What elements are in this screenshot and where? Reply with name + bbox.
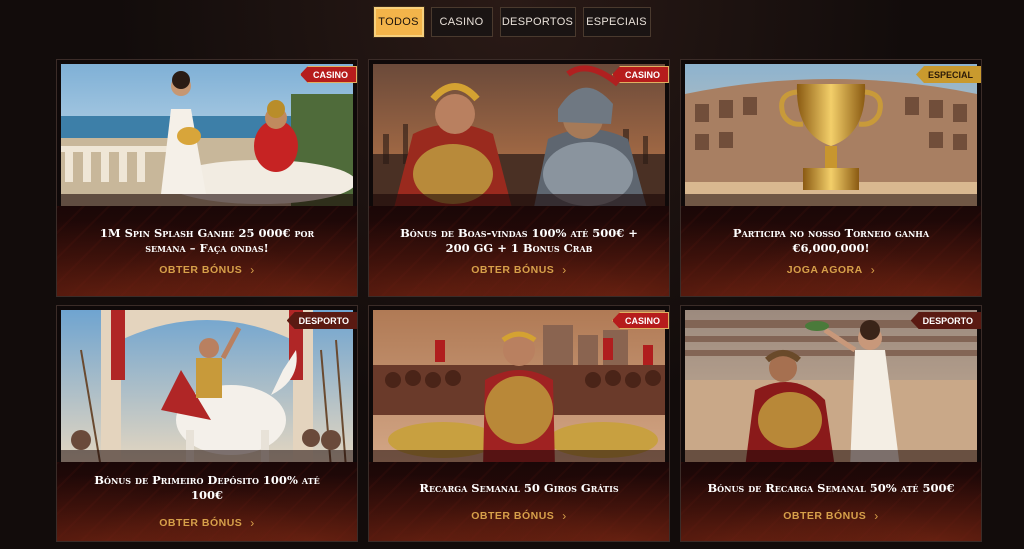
badge-label: DESPORTO [922, 315, 973, 326]
chevron-right-icon: › [250, 262, 255, 277]
promo-card-body: Participa no nosso Torneio ganha €6,000,… [681, 206, 981, 296]
get-bonus-link[interactable]: OBTER BÓNUS › [159, 516, 255, 530]
promo-card[interactable]: CASINO 1M Spin Splash Ganhe 25 000€ por … [56, 59, 358, 297]
promo-title: Recarga Semanal 50 Giros Grátis [419, 480, 619, 495]
promo-image-gladiator-crowned [685, 310, 977, 468]
promo-card-body: Recarga Semanal 50 Giros Grátis OBTER BÓ… [369, 462, 669, 541]
badge-label: ESPECIAL [927, 69, 973, 80]
promo-card-body: Bónus de Boas-vindas 100% até 500€ + 200… [369, 206, 669, 296]
play-now-link[interactable]: JOGA AGORA › [787, 263, 875, 277]
tab-label: TODOS [378, 16, 419, 28]
get-bonus-link[interactable]: OBTER BÓNUS › [159, 263, 255, 277]
cta-label: JOGA AGORA [786, 263, 863, 276]
promo-title: Bónus de Recarga Semanal 50% até 500€ [707, 480, 955, 495]
promo-image-gladiators [373, 64, 665, 212]
chevron-right-icon: › [874, 508, 879, 523]
chevron-right-icon: › [250, 516, 255, 530]
promo-card-body: 1M Spin Splash Ganhe 25 000€ por semana … [57, 206, 357, 296]
get-bonus-link[interactable]: OBTER BÓNUS › [783, 509, 879, 523]
promo-title: Bónus de Primeiro Depósito 100% até 100€ [94, 473, 320, 502]
chevron-right-icon: › [562, 262, 567, 277]
badge-label: CASINO [624, 315, 660, 326]
promo-card[interactable]: CASINO Bónus de Boas-vindas 100% até 500… [368, 59, 670, 297]
tab-label: CASINO [439, 16, 484, 28]
badge-label: DESPORTO [298, 315, 349, 326]
category-badge: DESPORTO [910, 312, 981, 329]
promo-title: Bónus de Boas-vindas 100% até 500€ + 200… [400, 225, 638, 255]
tab-desportos[interactable]: DESPORTOS [499, 7, 576, 37]
promo-card[interactable]: CASINO Recarga Semanal 50 Giros Grátis O… [368, 305, 670, 542]
cta-label: OBTER BÓNUS [783, 509, 867, 522]
badge-label: CASINO [624, 69, 660, 80]
chevron-right-icon: › [562, 508, 567, 523]
tab-label: ESPECIAIS [586, 16, 647, 28]
chevron-right-icon: › [870, 262, 876, 277]
category-badge: CASINO [611, 66, 669, 83]
tab-label: DESPORTOS [501, 16, 574, 28]
promo-image-emperor-horse [61, 310, 353, 468]
cta-label: OBTER BÓNUS [471, 509, 555, 522]
promo-card-body: Bónus de Primeiro Depósito 100% até 100€… [57, 462, 357, 541]
tab-casino[interactable]: CASINO [430, 7, 493, 37]
get-bonus-link[interactable]: OBTER BÓNUS › [471, 509, 567, 523]
cta-label: OBTER BÓNUS [159, 517, 243, 529]
promo-image-roman-pool [61, 64, 353, 212]
category-badge: DESPORTO [286, 312, 357, 329]
cta-label: OBTER BÓNUS [159, 263, 243, 276]
category-badge: ESPECIAL [915, 66, 981, 83]
badge-label: CASINO [312, 69, 348, 80]
category-badge: CASINO [299, 66, 357, 83]
promo-card[interactable]: ESPECIAL Participa no nosso Torneio ganh… [680, 59, 982, 297]
category-badge: CASINO [611, 312, 669, 329]
promo-image-trophy [685, 64, 977, 212]
decorative-pattern [369, 462, 669, 541]
cta-label: OBTER BÓNUS [471, 263, 555, 276]
promo-image-general-gold [373, 310, 665, 468]
tab-especiais[interactable]: ESPECIAIS [582, 7, 651, 37]
promo-title: 1M Spin Splash Ganhe 25 000€ por semana … [99, 225, 315, 255]
promo-card[interactable]: DESPORTO Bónus de Primeiro Depósito 100%… [56, 305, 358, 542]
promo-title: Participa no nosso Torneio ganha €6,000,… [732, 225, 930, 255]
tab-todos[interactable]: TODOS [373, 7, 424, 37]
get-bonus-link[interactable]: OBTER BÓNUS › [471, 263, 567, 277]
decorative-pattern [681, 462, 981, 541]
promo-card-body: Bónus de Recarga Semanal 50% até 500€ OB… [681, 462, 981, 541]
promo-card[interactable]: DESPORTO Bónus de Recarga Semanal 50% at… [680, 305, 982, 542]
category-tabs: TODOS CASINO DESPORTOS ESPECIAIS [0, 7, 1024, 37]
